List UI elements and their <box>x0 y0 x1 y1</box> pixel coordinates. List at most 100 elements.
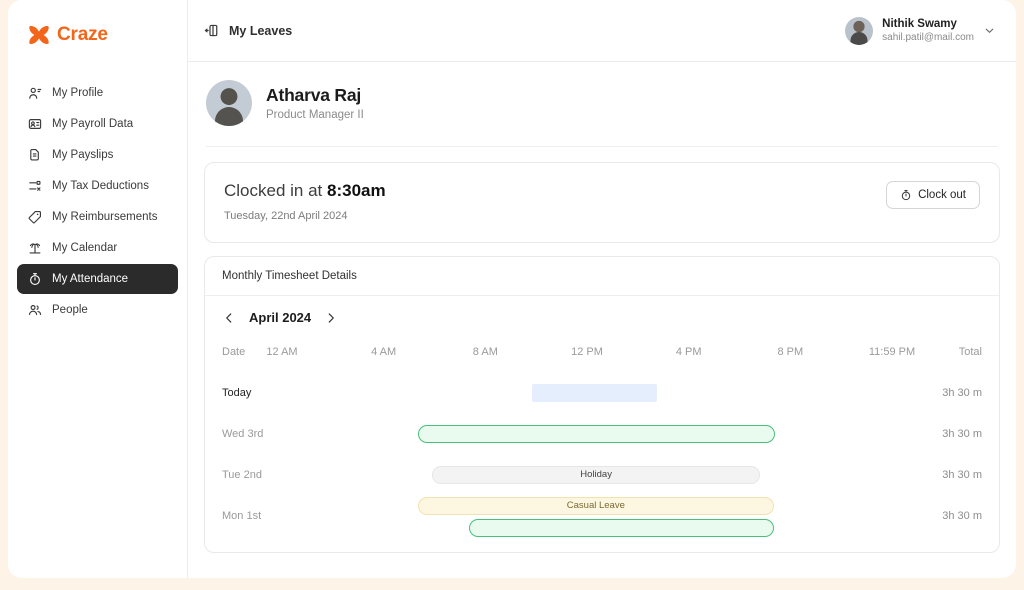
documents-icon <box>30 149 39 161</box>
sidebar-item-label: My Payroll Data <box>52 118 134 130</box>
user-email: sahil.patil@mail.com <box>882 32 974 44</box>
clock-status: Clocked in at 8:30am <box>224 181 386 201</box>
sidebar-item-label: My Attendance <box>52 273 129 285</box>
sidebar-item-label: My Calendar <box>52 242 118 254</box>
clock-out-label: Clock out <box>918 189 966 201</box>
row-track: Holiday <box>282 454 892 495</box>
column-header-date: Date <box>222 345 246 358</box>
axis-tick-label: 4 AM <box>371 345 397 358</box>
avatar <box>206 80 252 126</box>
chevron-down-icon[interactable] <box>983 24 996 37</box>
breadcrumb-label: My Leaves <box>229 23 293 38</box>
axis-tick-label: 8 AM <box>472 345 498 358</box>
chevron-right-icon <box>328 312 335 323</box>
employee-meta: Atharva Raj Product Manager II <box>266 85 364 121</box>
page-title: Atharva Raj <box>266 85 362 105</box>
avatar <box>845 16 874 45</box>
row-total-hours: 3h 30 m <box>942 509 982 522</box>
sidebar-item-my-profile[interactable]: My Profile <box>17 78 178 108</box>
sidebar-item-label: People <box>52 304 88 316</box>
page-content: Atharva Raj Product Manager II Clocked i… <box>188 62 1016 578</box>
row-track <box>282 372 892 413</box>
timesheet-grid: Date 12 AM 4 AM 8 AM 12 PM 4 PM 8 PM 11:59 PM To… <box>205 331 999 552</box>
user-badge-icon <box>29 87 42 99</box>
clock-out-button[interactable]: Clock out <box>886 181 980 209</box>
month-navigator: April 2024 <box>205 296 999 331</box>
timeline-bar-label: Holiday <box>580 469 612 480</box>
craze-butterfly-icon <box>29 25 49 45</box>
timesheet-rows: Today 3h 30 m Wed 3rd 3h 30 m Tue 2nd Holiday… <box>222 372 982 537</box>
timeline-bar[interactable] <box>418 424 775 443</box>
stopwatch-icon <box>30 273 40 285</box>
employee-role: Product Manager II <box>266 109 364 121</box>
timesheet-card: Monthly Timesheet Details April 2024 Dat… <box>204 256 1000 553</box>
app-window: Craze My Profile My Payroll Data My Pays… <box>8 0 1016 578</box>
tag-icon <box>28 211 41 224</box>
user-meta: Nithik Swamy sahil.patil@mail.com <box>882 17 974 45</box>
chevron-left-icon <box>226 312 232 323</box>
axis-tick-label: 8 PM <box>777 345 804 358</box>
clock-in-card: Clocked in at 8:30am Tuesday, 22nd April… <box>204 162 1000 243</box>
row-total-hours: 3h 30 m <box>942 427 982 440</box>
breadcrumb: My Leaves <box>204 23 292 38</box>
user-menu[interactable]: Nithik Swamy sahil.patil@mail.com <box>845 16 1000 45</box>
sidebar-toggle-icon[interactable] <box>204 23 219 38</box>
row-track <box>282 413 892 454</box>
row-date-label: Wed 3rd <box>222 427 264 440</box>
clock-in-time: 8:30am <box>327 181 386 200</box>
timeline-bar[interactable] <box>468 518 774 537</box>
row-total-hours: 3h 30 m <box>942 386 982 399</box>
brand-name: Craze <box>57 24 108 45</box>
sidebar-item-label: My Tax Deductions <box>52 180 149 192</box>
user-name: Nithik Swamy <box>882 17 957 30</box>
timeline-bar-casual-leave[interactable]: Casual Leave <box>418 496 774 515</box>
clock-status-prefix: Clocked in at <box>224 181 327 200</box>
sidebar-nav: My Profile My Payroll Data My Payslips M… <box>8 78 187 325</box>
people-icon <box>29 305 42 316</box>
sidebar-item-label: My Profile <box>52 87 104 99</box>
stopwatch-icon <box>901 189 911 201</box>
sliders-icon <box>29 180 41 191</box>
next-month-button[interactable] <box>324 311 338 325</box>
sidebar-item-my-attendance[interactable]: My Attendance <box>17 264 178 294</box>
timesheet-row[interactable]: Mon 1st Casual Leave 3h 30 m <box>222 495 982 537</box>
brand-logo[interactable]: Craze <box>8 18 187 52</box>
id-card-icon <box>28 119 42 129</box>
sidebar-item-my-payroll-data[interactable]: My Payroll Data <box>17 109 178 139</box>
sidebar-item-my-payslips[interactable]: My Payslips <box>17 140 178 170</box>
sidebar-item-my-reimbursements[interactable]: My Reimbursements <box>17 202 178 232</box>
row-date-label: Mon 1st <box>222 509 262 522</box>
timesheet-row[interactable]: Today 3h 30 m <box>222 372 982 413</box>
timesheet-row[interactable]: Wed 3rd 3h 30 m <box>222 413 982 454</box>
sidebar: Craze My Profile My Payroll Data My Pays… <box>8 0 188 578</box>
sidebar-item-label: My Payslips <box>52 149 114 161</box>
timeline-bar[interactable] <box>532 383 658 402</box>
main-area: My Leaves Nithik Swamy sahil.patil@mail.… <box>188 0 1016 578</box>
time-axis: 12 AM 4 AM 8 AM 12 PM 4 PM 8 PM 11:59 PM <box>266 331 915 372</box>
axis-tick-label: 4 PM <box>675 345 702 358</box>
axis-tick-label: 12 AM <box>266 345 298 358</box>
axis-tick-label: 11:59 PM <box>868 345 916 358</box>
sidebar-item-people[interactable]: People <box>17 295 178 325</box>
timeline-bar-label: Casual Leave <box>566 500 625 511</box>
timeline-bar-holiday[interactable]: Holiday <box>432 465 761 484</box>
prev-month-button[interactable] <box>222 311 236 325</box>
row-date-label: Today <box>222 386 252 399</box>
palm-tree-icon <box>29 243 41 254</box>
sidebar-item-label: My Reimbursements <box>52 211 158 223</box>
timesheet-header-row: Date 12 AM 4 AM 8 AM 12 PM 4 PM 8 PM 11:59 PM To… <box>222 331 982 372</box>
top-bar: My Leaves Nithik Swamy sahil.patil@mail.… <box>188 0 1016 62</box>
column-header-total: Total <box>958 345 982 358</box>
row-track: Casual Leave <box>282 495 892 537</box>
sidebar-item-my-tax-deductions[interactable]: My Tax Deductions <box>17 171 178 201</box>
timesheet-title: Monthly Timesheet Details <box>205 257 999 296</box>
current-month-label: April 2024 <box>249 310 312 325</box>
clock-date: Tuesday, 22nd April 2024 <box>224 210 348 222</box>
row-date-label: Tue 2nd <box>222 468 262 481</box>
timesheet-row[interactable]: Tue 2nd Holiday 3h 30 m <box>222 454 982 495</box>
employee-profile: Atharva Raj Product Manager II <box>206 62 998 147</box>
row-total-hours: 3h 30 m <box>942 468 982 481</box>
clock-info: Clocked in at 8:30am Tuesday, 22nd April… <box>224 181 386 222</box>
sidebar-item-my-calendar[interactable]: My Calendar <box>17 233 178 263</box>
axis-tick-label: 12 PM <box>571 345 603 358</box>
